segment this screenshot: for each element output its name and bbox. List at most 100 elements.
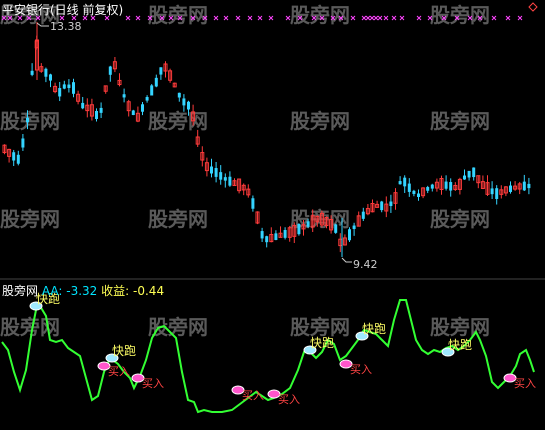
- candle-body-down: [122, 94, 126, 98]
- indicator-legend: 股旁网 AA: -3.32 收益: -0.44: [2, 284, 164, 298]
- candle-body-down: [58, 88, 62, 97]
- candle-body-down: [145, 97, 149, 101]
- signal-x-mark: [391, 15, 397, 21]
- candle-body-down: [182, 98, 186, 106]
- candle-body-down: [527, 183, 531, 189]
- run-signal-label: 快跑: [310, 336, 334, 350]
- candle-body-down: [430, 184, 434, 189]
- candle-body-down: [444, 181, 448, 189]
- run-signal-label: 快跑: [112, 344, 136, 358]
- candle-body-down: [159, 67, 163, 75]
- candle-body-down: [228, 176, 232, 186]
- watermark-text: 股旁网: [148, 315, 208, 339]
- signal-x-mark: [416, 15, 422, 21]
- candle-body-down: [16, 154, 20, 164]
- candle-body-down: [361, 211, 365, 219]
- candle-body-down: [463, 175, 466, 180]
- candle-body-down: [306, 221, 310, 227]
- aa-label: AA:: [41, 284, 63, 298]
- candle-body-down: [472, 167, 476, 178]
- candle-body-down: [251, 198, 255, 209]
- min-price-leader: [341, 257, 352, 263]
- candle-body-down: [449, 182, 453, 191]
- run-signal-label: 快跑: [362, 322, 386, 336]
- candle-body-down: [522, 181, 526, 191]
- buy-signal-label: 买入: [278, 393, 300, 406]
- signal-x-mark: [369, 15, 375, 21]
- candle-body-down: [417, 193, 420, 198]
- watermark-text: 股旁网: [148, 207, 208, 231]
- price-and-indicator-chart: 股旁网 股旁网 股旁网 股旁网股旁网 股旁网 股旁网 股旁网股旁网 股旁网 股旁网 股旁网股旁网股…: [0, 2, 545, 414]
- buy-signal: 买入: [231, 385, 264, 402]
- candle-body-down: [72, 82, 75, 94]
- candle-body-down: [30, 70, 34, 75]
- candle-body-down: [490, 188, 494, 195]
- candle-body-down: [426, 187, 430, 191]
- candle-body-down: [380, 201, 384, 211]
- candle-body-down: [187, 101, 190, 110]
- chart-stage: 股旁网 股旁网 股旁网 股旁网 股旁网 股旁网 股旁网 股旁网 股旁网 股旁网 股旁网 股旁网 股旁网股…: [0, 0, 545, 426]
- watermark-text: 股旁网: [0, 207, 60, 231]
- candle-body-down: [389, 201, 393, 207]
- candle-body-down: [210, 166, 213, 174]
- watermark-text: 股旁网: [148, 109, 208, 133]
- run-signal: 快跑: [355, 322, 386, 341]
- signal-x-mark: [505, 15, 511, 21]
- candle-body-down: [154, 77, 158, 87]
- candle-body-down: [131, 110, 135, 116]
- candle-body-down: [274, 233, 278, 241]
- diamond-icon: [528, 2, 538, 12]
- candle-body-down: [44, 68, 48, 77]
- candle-body-down: [141, 104, 144, 112]
- watermark-text: 股旁网: [290, 3, 350, 27]
- buy-signal-label: 买入: [514, 377, 536, 390]
- indicator-name: 股旁网: [2, 284, 39, 298]
- buy-signal-label: 买入: [242, 389, 264, 402]
- buy-signal: 买入: [503, 373, 536, 390]
- candle-body-down: [352, 225, 356, 230]
- watermark-text: 股旁网: [430, 3, 490, 27]
- candle-body-down: [412, 190, 416, 194]
- candle-body-down: [407, 183, 411, 192]
- max-price-label: 13.38: [50, 20, 82, 33]
- watermark-text: 股旁网: [290, 109, 350, 133]
- signal-x-mark: [373, 15, 379, 21]
- price-annotations: 13.38 9.42: [36, 20, 378, 271]
- signal-x-mark: [247, 15, 253, 21]
- watermark-text: 股旁网: [0, 315, 60, 339]
- income-value: -0.44: [133, 284, 165, 298]
- signal-x-mark: [399, 15, 405, 21]
- signal-x-mark: [213, 15, 219, 21]
- watermark-text: 股旁网: [430, 109, 490, 133]
- signal-x-mark: [257, 15, 263, 21]
- signal-x-mark: [491, 15, 497, 21]
- signal-x-mark: [235, 15, 241, 21]
- candle-body-down: [219, 172, 223, 180]
- buy-signal-label: 买入: [108, 365, 130, 378]
- chart-title: 平安银行(日线 前复权): [2, 3, 124, 17]
- signal-x-mark: [383, 15, 389, 21]
- candle-body-down: [495, 188, 499, 200]
- signal-x-mark: [268, 15, 274, 21]
- candle-body-down: [398, 181, 402, 185]
- candle-body-down: [62, 84, 66, 89]
- candle-body-down: [108, 66, 112, 75]
- candle-body-down: [223, 177, 227, 181]
- candle-body-down: [214, 168, 218, 177]
- signal-x-mark: [223, 15, 229, 21]
- candle-body-down: [12, 152, 16, 161]
- candle-body-down: [283, 230, 287, 238]
- candle-body-down: [348, 229, 351, 241]
- candle-body-down: [99, 107, 103, 113]
- buy-signal-label: 买入: [142, 377, 164, 390]
- watermark-text: 股旁网: [0, 109, 60, 133]
- watermark-text: 股旁网: [148, 3, 208, 27]
- candle-body-down: [67, 84, 71, 88]
- signal-x-mark: [125, 15, 131, 21]
- buy-signal: 买入: [267, 389, 300, 406]
- candle-body-down: [49, 74, 52, 81]
- signal-x-mark: [365, 15, 371, 21]
- signal-x-mark: [517, 15, 523, 21]
- candle-body-down: [265, 236, 269, 243]
- income-label: 收益:: [101, 284, 130, 298]
